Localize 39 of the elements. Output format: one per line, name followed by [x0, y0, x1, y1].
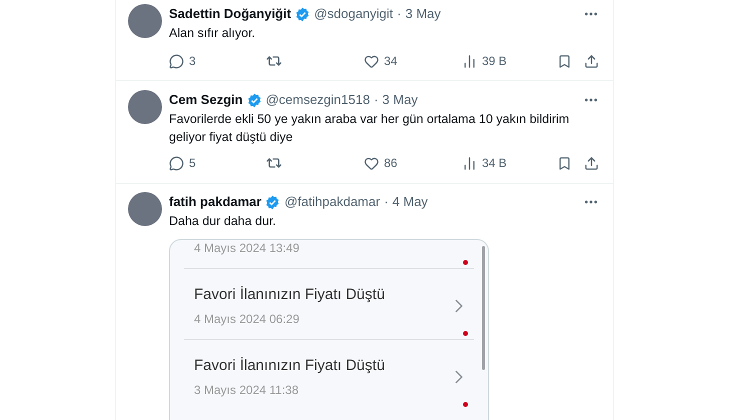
share-icon[interactable] — [584, 156, 599, 170]
like-icon[interactable] — [364, 54, 379, 68]
avatar[interactable] — [128, 4, 162, 38]
notification-date: 3 Mayıs 2024 11:38 — [194, 382, 300, 398]
reply-icon[interactable] — [169, 54, 184, 68]
notification-title[interactable]: Favori İlanınızın Fiyatı Düştü — [194, 356, 448, 376]
share-icon[interactable] — [584, 54, 599, 68]
reply-count: 3 — [189, 53, 196, 70]
author-name[interactable]: Sadettin Doğanyiğit — [169, 5, 292, 23]
notification-date: 4 Mayıs 2024 06:29 — [194, 311, 300, 327]
tweet-text: Alan sıfır alıyor. — [169, 25, 256, 42]
avatar[interactable] — [128, 192, 162, 226]
notification-date: 4 Mayıs 2024 13:49 — [194, 240, 300, 256]
separator-dot: · — [374, 91, 378, 109]
views-icon[interactable] — [462, 54, 477, 68]
like-icon[interactable] — [364, 156, 379, 170]
tweet-text: Daha dur daha dur. — [169, 213, 278, 230]
like-count: 34 — [384, 53, 398, 70]
author-handle[interactable]: @cemsezgin1518 — [266, 91, 370, 109]
like-count: 86 — [384, 155, 398, 172]
author-name[interactable]: Cem Sezgin — [169, 91, 243, 109]
avatar[interactable] — [128, 90, 162, 124]
separator-dot: · — [397, 5, 402, 23]
author-handle[interactable]: @fatihpakdamar — [284, 193, 380, 211]
author-name[interactable]: fatih pakdamar — [169, 193, 262, 211]
views-icon[interactable] — [462, 156, 477, 170]
tweet-date[interactable]: 3 May — [405, 5, 441, 23]
view-count: 39 B — [482, 53, 507, 70]
bookmark-icon[interactable] — [557, 156, 572, 170]
author-handle[interactable]: @sdoganyigit — [314, 5, 394, 23]
reply-count: 5 — [189, 155, 196, 172]
tweet-date[interactable]: 4 May — [392, 193, 428, 211]
separator-dot: · — [384, 193, 388, 211]
tweet-text: Favorilerde ekli 50 ye yakın araba var her gün ortalama 10 yakın bildirim geliyor fiyat düştü diye — [169, 111, 570, 146]
bookmark-icon[interactable] — [557, 54, 572, 68]
notification-title[interactable]: Favori İlanınızın Fiyatı Düştü — [194, 285, 448, 305]
tweet-date[interactable]: 3 May — [382, 91, 418, 109]
view-count: 34 B — [482, 155, 507, 172]
reply-icon[interactable] — [169, 156, 184, 170]
